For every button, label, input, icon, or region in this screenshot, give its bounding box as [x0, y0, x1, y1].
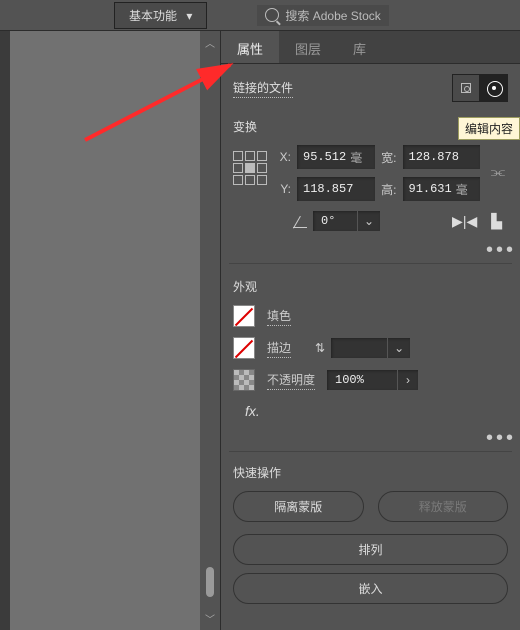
edit-contents-button[interactable] [480, 74, 508, 102]
stroke-swatch[interactable] [233, 337, 255, 359]
x-field[interactable]: 95.512毫 [297, 145, 375, 169]
flip-vertical-button[interactable]: ▙ [491, 213, 502, 230]
reticle-icon [458, 80, 474, 96]
search-icon [265, 8, 279, 22]
stroke-weight-field[interactable]: ⌄ [331, 338, 410, 358]
scrollbar-thumb[interactable] [206, 567, 214, 597]
chevron-down-icon: ▾ [186, 9, 192, 23]
release-mask-button: 释放蒙版 [378, 491, 509, 522]
quick-actions-title: 快速操作 [221, 456, 520, 487]
appearance-more-menu[interactable]: ••• [486, 427, 516, 449]
target-icon [486, 80, 502, 96]
fill-label: 填色 [267, 307, 291, 326]
workspace-mode-button[interactable]: 基本功能 ▾ [114, 2, 207, 29]
stroke-updown-icon[interactable]: ⇅ [315, 341, 325, 355]
fill-swatch[interactable] [233, 305, 255, 327]
rotation-field[interactable]: 0° ⌄ [313, 211, 380, 231]
chevron-down-icon[interactable]: ⌄ [357, 211, 380, 231]
chevron-down-icon[interactable]: ⌄ [387, 338, 410, 358]
isolate-mask-button[interactable]: 隔离蒙版 [233, 491, 364, 522]
transform-title: 变换 [233, 118, 257, 135]
y-label: Y: [275, 182, 291, 196]
collapse-chevron-down-icon[interactable]: ﹀ [205, 611, 215, 626]
opacity-swatch[interactable] [233, 369, 255, 391]
stroke-label: 描边 [267, 339, 291, 358]
anchor-reference-point[interactable] [233, 151, 267, 185]
edit-object-button[interactable] [452, 74, 480, 102]
workspace-mode-label: 基本功能 [129, 9, 177, 23]
tooltip: 编辑内容 [458, 117, 520, 140]
link-wh-icon[interactable]: ⫘ [491, 164, 505, 182]
opacity-field[interactable]: 100% › [327, 370, 418, 390]
opacity-label: 不透明度 [267, 371, 315, 390]
rotation-icon [293, 214, 307, 228]
h-field[interactable]: 91.631毫 [403, 177, 481, 201]
opacity-popup-button[interactable]: › [397, 370, 418, 390]
linked-file-label[interactable]: 链接的文件 [233, 79, 293, 98]
y-field[interactable]: 118.857 [297, 177, 375, 201]
canvas-area[interactable] [0, 31, 200, 630]
embed-button[interactable]: 嵌入 [233, 573, 508, 604]
stock-search[interactable]: 搜索 Adobe Stock [257, 5, 388, 26]
w-label: 宽: [381, 149, 397, 166]
flip-horizontal-button[interactable]: ▶|◀ [452, 213, 477, 230]
tab-layers[interactable]: 图层 [279, 31, 337, 63]
panel-tabs: 属性 图层 库 [221, 31, 520, 64]
search-placeholder: 搜索 Adobe Stock [285, 7, 380, 24]
transform-more-menu[interactable]: ••• [486, 239, 516, 261]
appearance-title: 外观 [233, 278, 257, 295]
h-label: 高: [381, 181, 397, 198]
fx-label[interactable]: fx. [233, 401, 508, 419]
arrange-button[interactable]: 排列 [233, 534, 508, 565]
tab-properties[interactable]: 属性 [221, 31, 279, 63]
w-field[interactable]: 128.878 [403, 145, 481, 169]
x-label: X: [275, 150, 291, 164]
tab-libraries[interactable]: 库 [337, 31, 382, 63]
collapse-chevron-up-icon[interactable]: ︿ [205, 35, 215, 50]
